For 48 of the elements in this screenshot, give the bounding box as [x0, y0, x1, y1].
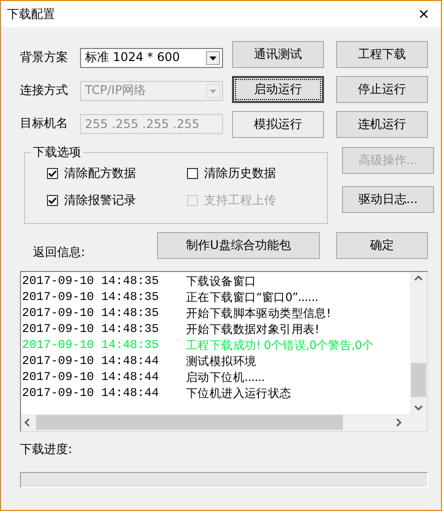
horizontal-scrollbar[interactable]: [21, 414, 427, 431]
command-button[interactable]: 通讯测试: [232, 41, 324, 68]
log-time: 2017-09-10 14:48:35: [22, 306, 160, 320]
log-message: 开始下载脚本驱动类型信息!: [186, 306, 331, 320]
field-label: 连接方式: [20, 82, 69, 99]
chevron-left-icon[interactable]: [23, 418, 32, 427]
log-label: 返回信息:: [33, 244, 86, 261]
usb-package-button[interactable]: 制作U盘综合功能包: [157, 232, 320, 259]
command-button[interactable]: 连机运行: [336, 111, 428, 138]
log-message: 启动下位机......: [186, 370, 265, 384]
scrollbar-thumb[interactable]: [411, 363, 426, 397]
chevron-up-icon[interactable]: [414, 274, 423, 283]
field-label: 背景方案: [20, 49, 69, 66]
log-time: 2017-09-10 14:48:44: [22, 386, 160, 400]
progress-label: 下载进度:: [20, 441, 74, 458]
command-button[interactable]: 停止运行: [336, 76, 428, 103]
log-message: 下位机进入运行状态: [186, 386, 292, 400]
log-time: 2017-09-10 14:48:44: [22, 370, 160, 384]
log-time: 2017-09-10 14:48:35: [22, 290, 160, 304]
log-message: 正在下载窗口“窗口0”......: [186, 290, 318, 304]
option-checkbox[interactable]: 清除历史数据: [187, 165, 327, 182]
log-time: 2017-09-10 14:48:44: [22, 354, 160, 368]
log-message: 下载设备窗口: [186, 274, 256, 288]
option-checkbox[interactable]: 清除报警记录: [47, 192, 187, 209]
field-label: 目标机名: [20, 115, 69, 132]
window-title: 下载配置: [7, 6, 55, 22]
chevron-down-icon[interactable]: [414, 403, 423, 412]
group-title: 下载选项: [32, 144, 82, 161]
log-message: 工程下载成功! 0个错误,0个警告,0个: [186, 338, 374, 352]
log-time: 2017-09-10 14:48:35: [22, 322, 160, 336]
command-button[interactable]: 模拟运行: [232, 111, 324, 138]
vertical-scrollbar[interactable]: [410, 272, 427, 414]
log-message: 开始下载数据对象引用表!: [186, 322, 320, 336]
dropdown-field[interactable]: 标准 1024 * 600: [80, 48, 223, 68]
log-time: 2017-09-10 14:48:35: [22, 338, 160, 352]
log-time: 2017-09-10 14:48:35: [22, 274, 160, 288]
log-message: 测试模拟环境: [186, 354, 256, 368]
chevron-right-icon[interactable]: [394, 418, 403, 427]
side-button[interactable]: 驱动日志...: [342, 186, 434, 213]
scrollbar-thumb[interactable]: [36, 415, 343, 430]
checkbox-icon[interactable]: [47, 168, 58, 179]
checkbox-icon[interactable]: [187, 168, 198, 179]
checkbox-icon[interactable]: [47, 195, 58, 206]
command-button[interactable]: 启动运行: [232, 76, 324, 103]
close-button[interactable]: ×: [414, 4, 433, 24]
option-checkbox[interactable]: 清除配方数据: [47, 165, 187, 182]
command-button[interactable]: 工程下载: [336, 41, 428, 68]
ok-button[interactable]: 确定: [336, 232, 428, 259]
